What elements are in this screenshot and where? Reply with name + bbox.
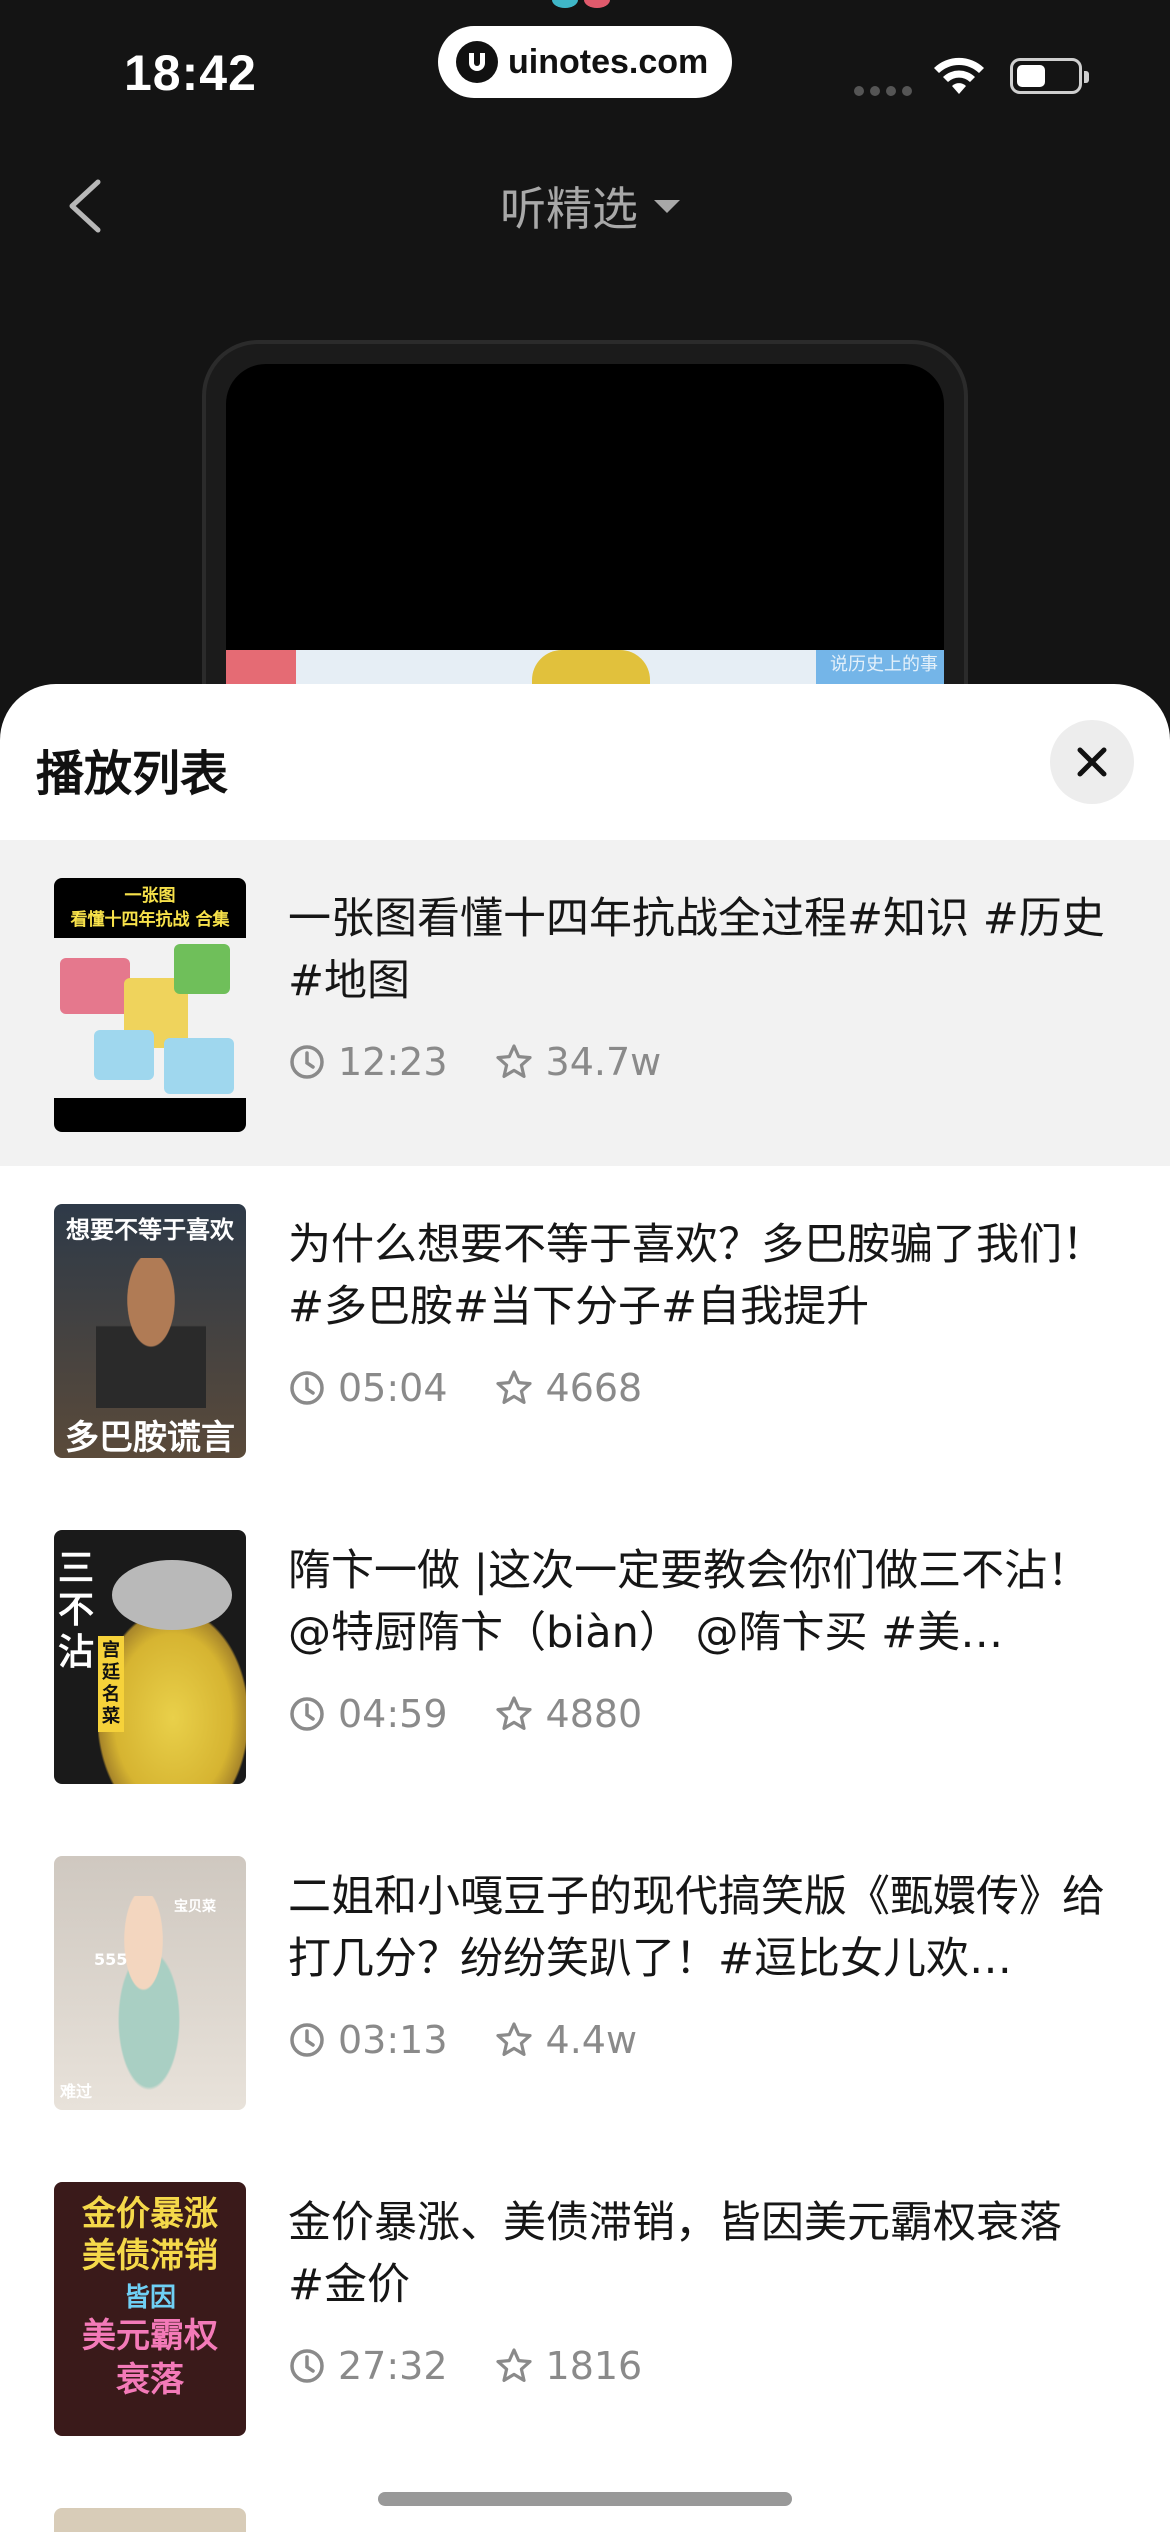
item-title: 隋卞一做 |这次一定要教会你们做三不沾！@特厨隋卞（biàn） @隋卞买 #美… bbox=[288, 1546, 1091, 1658]
cellular-signal-icon bbox=[854, 86, 912, 96]
home-indicator[interactable] bbox=[378, 2492, 792, 2506]
thumbnail-caption: 多巴胺谎言 bbox=[65, 1418, 235, 1458]
star-icon bbox=[495, 1044, 532, 1078]
video-thumbnail: 三不沾 宫廷名菜 bbox=[54, 1530, 246, 1784]
thumbnail-caption: 皆因 bbox=[123, 2283, 176, 2313]
battery-icon bbox=[1010, 58, 1089, 94]
wifi-icon bbox=[934, 57, 984, 94]
nav-title-dropdown[interactable]: 听精选 bbox=[500, 176, 680, 236]
playlist-item[interactable]: 555 宝贝菜 难过 二姐和小嘎豆子的现代搞笑版《甄嬛传》给打几分？纷纷笑趴了！… bbox=[0, 1818, 1170, 2144]
item-title: 二姐和小嘎豆子的现代搞笑版《甄嬛传》给打几分？纷纷笑趴了！#逗比女儿欢… bbox=[288, 1872, 1105, 1984]
nav-title: 听精选 bbox=[500, 182, 638, 236]
video-thumbnail: 金价暴涨 美债滞销 皆因 美元霸权 衰落 bbox=[54, 2182, 246, 2436]
item-meta: 03:13 4.4w bbox=[288, 2018, 637, 2062]
item-duration: 12:23 bbox=[338, 1040, 448, 1084]
item-duration: 05:04 bbox=[338, 1366, 448, 1410]
status-bar: 18:42 uinotes.com bbox=[0, 0, 1170, 140]
item-title: 金价暴涨、美债滞销，皆因美元霸权衰落 #金价 bbox=[288, 2198, 1062, 2310]
star-icon bbox=[495, 2022, 532, 2056]
item-favorites: 4668 bbox=[545, 1366, 643, 1410]
camera-indicator bbox=[552, 0, 622, 10]
thumbnail-caption: 难过 bbox=[60, 2082, 93, 2101]
status-time: 18:42 bbox=[124, 45, 257, 101]
playlist-item[interactable]: 想要不等于喜欢 多巴胺谎言 为什么想要不等于喜欢？多巴胺骗了我们！ #多巴胺#当… bbox=[0, 1166, 1170, 1492]
star-icon bbox=[495, 2348, 532, 2382]
video-thumbnail: 555 宝贝菜 难过 bbox=[54, 1856, 246, 2110]
next-item-thumbnail-peek bbox=[54, 2508, 246, 2532]
uinotes-logo-icon bbox=[456, 41, 498, 83]
playlist-item[interactable]: 金价暴涨 美债滞销 皆因 美元霸权 衰落 金价暴涨、美债滞销，皆因美元霸权衰落 … bbox=[0, 2144, 1170, 2470]
clock-icon bbox=[290, 2023, 324, 2057]
clock-icon bbox=[290, 1045, 324, 1079]
thumbnail-caption: 宝贝菜 bbox=[174, 1899, 216, 1915]
item-duration: 03:13 bbox=[338, 2018, 448, 2062]
video-thumbnail: 想要不等于喜欢 多巴胺谎言 bbox=[54, 1204, 246, 1458]
item-duration: 27:32 bbox=[338, 2344, 448, 2388]
video-thumbnail: 一张图 看懂十四年抗战 合集 bbox=[54, 878, 246, 1132]
close-button[interactable] bbox=[1050, 720, 1134, 804]
thumbnail-caption: 金价暴涨 bbox=[82, 2194, 218, 2234]
clock-icon bbox=[290, 1371, 324, 1405]
star-icon bbox=[495, 1696, 532, 1730]
thumbnail-caption: 美债滞销 bbox=[82, 2236, 218, 2276]
close-icon bbox=[1077, 747, 1107, 777]
playlist-sheet: 播放列表 一张图 看懂十四年抗战 合集 一张图看懂十四年抗战全过程#知识 #历史… bbox=[0, 684, 1170, 2532]
thumbnail-caption: 一张图 看懂十四年抗战 合集 bbox=[70, 886, 230, 930]
url-pill[interactable]: uinotes.com bbox=[438, 26, 732, 98]
thumbnail-map bbox=[54, 938, 246, 1098]
playlist-item[interactable]: 一张图 看懂十四年抗战 合集 一张图看懂十四年抗战全过程#知识 #历史 #地图 … bbox=[0, 840, 1170, 1166]
item-title: 一张图看懂十四年抗战全过程#知识 #历史 #地图 bbox=[288, 894, 1105, 1006]
item-meta: 04:59 4880 bbox=[288, 1692, 642, 1736]
item-favorites: 4880 bbox=[545, 1692, 643, 1736]
thumbnail-caption: 想要不等于喜欢 bbox=[66, 1216, 234, 1244]
item-favorites: 4.4w bbox=[545, 2018, 638, 2062]
thumbnail-caption: 美元霸权 bbox=[82, 2316, 218, 2356]
clock-icon bbox=[290, 2349, 324, 2383]
item-favorites: 34.7w bbox=[545, 1040, 662, 1084]
item-duration: 04:59 bbox=[338, 1692, 448, 1736]
star-icon bbox=[495, 1370, 532, 1404]
url-text: uinotes.com bbox=[508, 42, 709, 81]
playlist-title: 播放列表 bbox=[36, 746, 229, 802]
item-meta: 27:32 1816 bbox=[288, 2344, 642, 2388]
thumbnail-caption: 宫廷名菜 bbox=[98, 1636, 124, 1732]
playlist-item[interactable]: 三不沾 宫廷名菜 隋卞一做 |这次一定要教会你们做三不沾！@特厨隋卞（biàn）… bbox=[0, 1492, 1170, 1818]
thumbnail-caption: 555 bbox=[94, 1950, 128, 1969]
caret-down-icon bbox=[654, 199, 680, 213]
item-meta: 12:23 34.7w bbox=[288, 1040, 661, 1084]
item-favorites: 1816 bbox=[545, 2344, 643, 2388]
back-chevron-icon[interactable] bbox=[58, 176, 118, 236]
video-player[interactable]: 说历史上的事 bbox=[226, 364, 944, 724]
thumbnail-caption: 三不沾 bbox=[58, 1548, 95, 1673]
video-overlay-text: 说历史上的事 bbox=[830, 654, 938, 675]
clock-icon bbox=[290, 1697, 324, 1731]
item-meta: 05:04 4668 bbox=[288, 1366, 642, 1410]
item-title: 为什么想要不等于喜欢？多巴胺骗了我们！ #多巴胺#当下分子#自我提升 bbox=[288, 1220, 1105, 1332]
thumbnail-caption: 衰落 bbox=[116, 2360, 184, 2400]
